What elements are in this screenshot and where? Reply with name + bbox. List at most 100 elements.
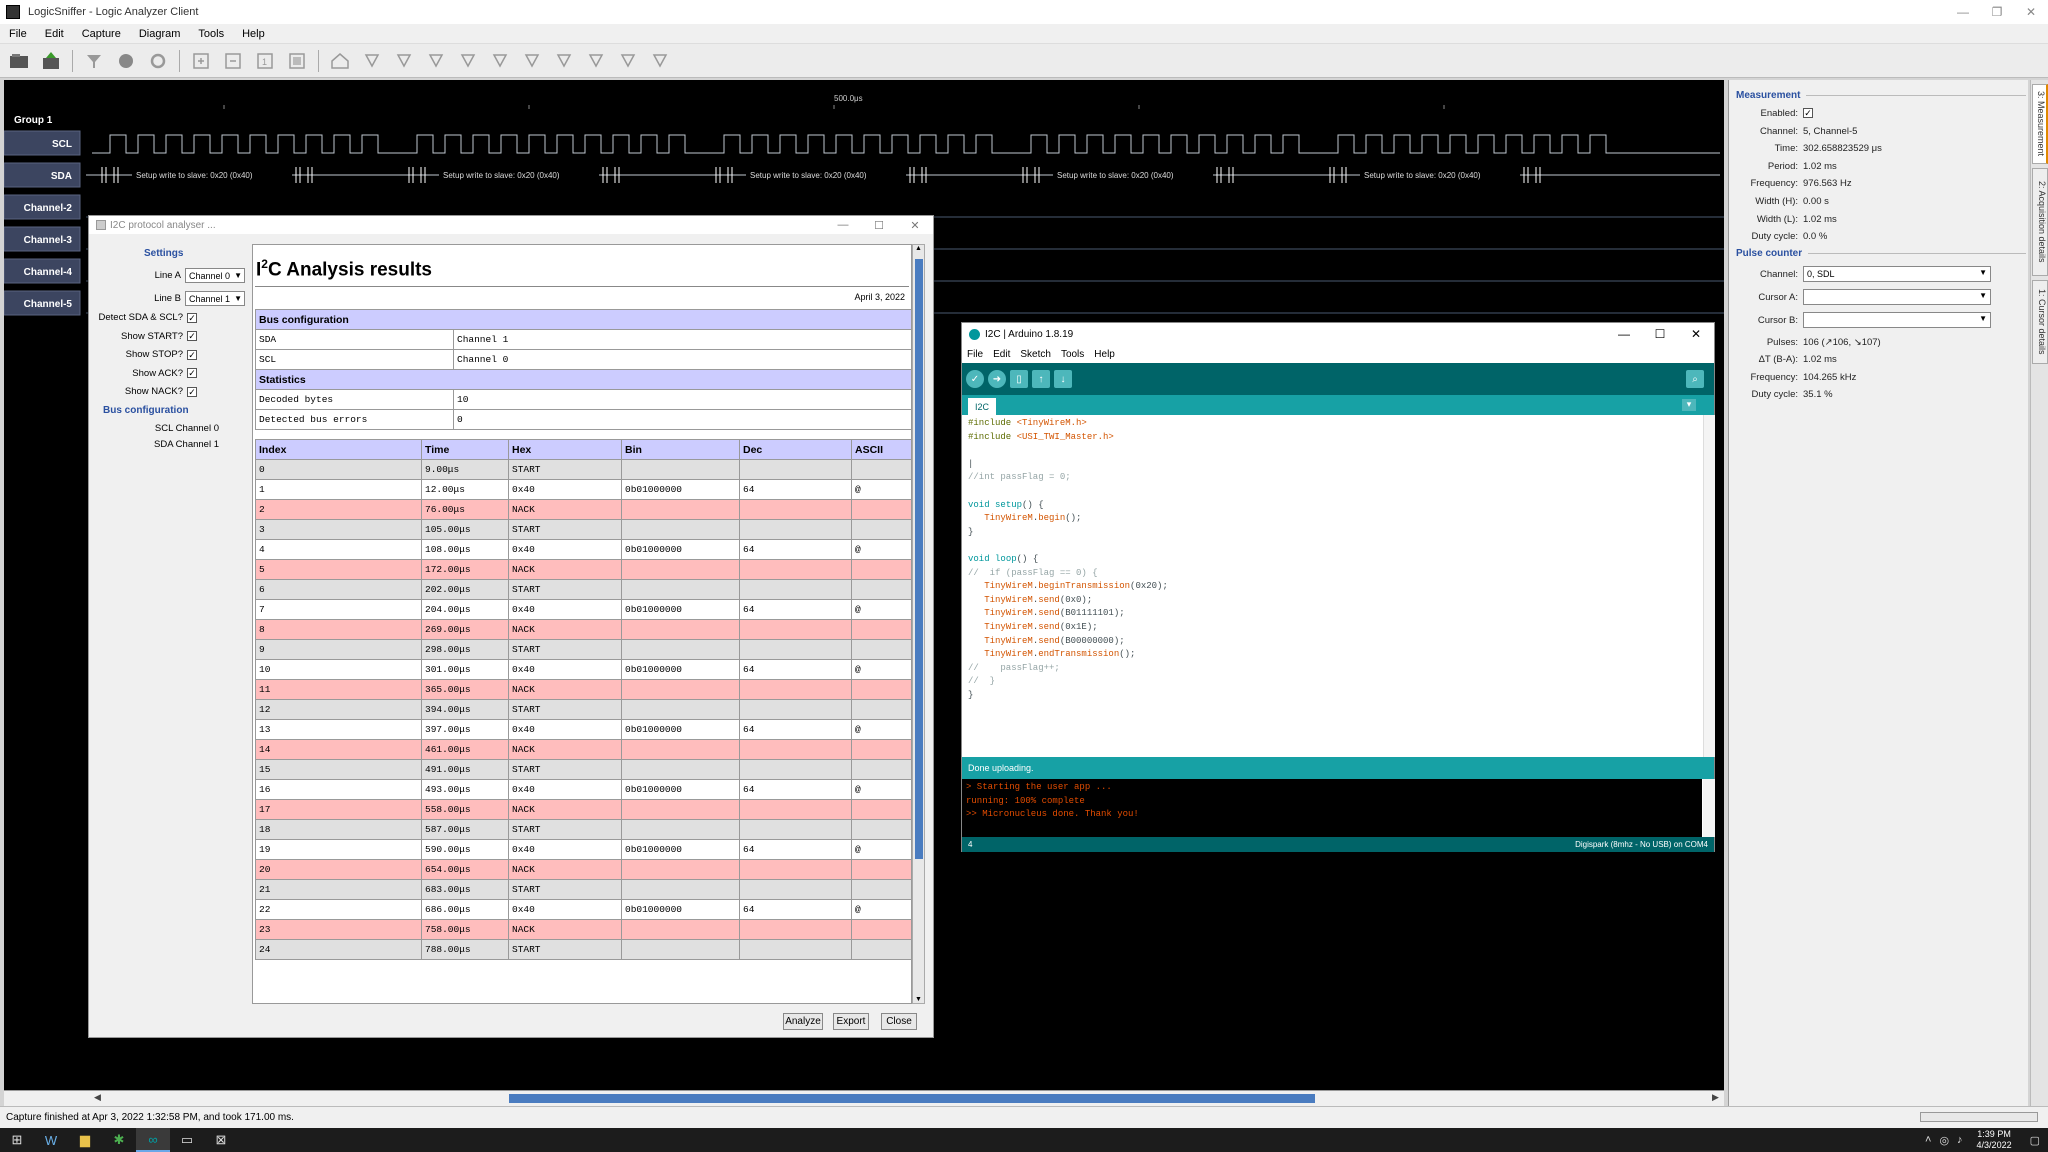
- zoom-all-icon[interactable]: [286, 50, 308, 72]
- dialog-maximize-button[interactable]: ☐: [861, 219, 897, 232]
- minimize-button[interactable]: —: [1946, 5, 1980, 19]
- setting-checkbox[interactable]: ✓: [187, 349, 197, 360]
- setting-checkbox[interactable]: ✓: [187, 386, 197, 397]
- setting-checkbox[interactable]: ✓: [187, 331, 197, 341]
- analyze-button[interactable]: Analyze: [783, 1013, 823, 1030]
- cursor-b-select[interactable]: ▼: [1803, 312, 1991, 328]
- menu-edit[interactable]: Edit: [36, 28, 73, 40]
- arduino-menu-edit[interactable]: Edit: [988, 349, 1015, 360]
- cursor-1-icon[interactable]: [361, 50, 383, 72]
- cursor-10-icon[interactable]: [649, 50, 671, 72]
- horizontal-scrollbar[interactable]: ◀ ▶: [4, 1090, 1724, 1106]
- table-row[interactable]: 11 365.00μs NACK: [255, 679, 911, 700]
- arduino-taskbar-icon[interactable]: ∞: [136, 1128, 170, 1152]
- save-file-icon[interactable]: [40, 50, 62, 72]
- file-explorer-icon[interactable]: ▆: [68, 1128, 102, 1152]
- tray-expand-icon[interactable]: ˄: [1925, 1134, 1931, 1146]
- results-scrollbar[interactable]: ▲ ▼: [912, 244, 925, 1004]
- menu-capture[interactable]: Capture: [73, 28, 130, 40]
- new-sketch-icon[interactable]: ▯: [1010, 370, 1028, 388]
- line-a-select[interactable]: Channel 0 ▼: [185, 268, 245, 283]
- table-row[interactable]: 5 172.00μs NACK: [255, 559, 911, 580]
- cursor-7-icon[interactable]: [553, 50, 575, 72]
- editor-scrollbar[interactable]: [1703, 415, 1715, 757]
- cursor-9-icon[interactable]: [617, 50, 639, 72]
- table-row[interactable]: 8 269.00μs NACK: [255, 619, 911, 640]
- table-row[interactable]: 9 298.00μs START: [255, 639, 911, 660]
- zoom-out-icon[interactable]: [222, 50, 244, 72]
- tab-cursor-details[interactable]: 1: Cursor details: [2032, 280, 2048, 364]
- arduino-menu-sketch[interactable]: Sketch: [1015, 349, 1056, 360]
- table-row[interactable]: 20 654.00μs NACK: [255, 859, 911, 880]
- table-row[interactable]: 23 758.00μs NACK: [255, 919, 911, 940]
- goto-trigger-icon[interactable]: [329, 50, 351, 72]
- cursor-6-icon[interactable]: [521, 50, 543, 72]
- table-row[interactable]: 7 204.00μs 0x40 0b01000000 64 @: [255, 599, 911, 620]
- table-row[interactable]: 15 491.00μs START: [255, 759, 911, 780]
- open-file-icon[interactable]: [8, 50, 30, 72]
- table-row[interactable]: 22 686.00μs 0x40 0b01000000 64 @: [255, 899, 911, 920]
- table-row[interactable]: 19 590.00μs 0x40 0b01000000 64 @: [255, 839, 911, 860]
- scroll-down-icon[interactable]: ▼: [915, 996, 922, 1003]
- channel-label-2[interactable]: Channel-2: [4, 194, 81, 220]
- tab-i2c[interactable]: I2C: [968, 398, 996, 415]
- zoom-original-icon[interactable]: 1: [254, 50, 276, 72]
- scrollbar-thumb[interactable]: [509, 1094, 1315, 1103]
- table-row[interactable]: 24 788.00μs START: [255, 939, 911, 960]
- capture-settings-icon[interactable]: [83, 50, 105, 72]
- cursor-2-icon[interactable]: [393, 50, 415, 72]
- results-pane[interactable]: I2C Analysis results April 3, 2022 Bus c…: [252, 244, 912, 1004]
- start-menu-icon[interactable]: ⊞: [0, 1128, 34, 1152]
- enabled-checkbox[interactable]: ✓: [1803, 108, 1813, 118]
- cursor-8-icon[interactable]: [585, 50, 607, 72]
- channel-label-3[interactable]: Channel-3: [4, 226, 81, 252]
- terminal-icon[interactable]: ▭: [170, 1128, 204, 1152]
- cursor-a-select[interactable]: ▼: [1803, 289, 1991, 305]
- table-row[interactable]: 17 558.00μs NACK: [255, 799, 911, 820]
- menu-help[interactable]: Help: [233, 28, 274, 40]
- tab-acquisition-details[interactable]: 2: Acquisition details: [2032, 168, 2048, 276]
- logic-app-icon[interactable]: ✱: [102, 1128, 136, 1152]
- setting-checkbox[interactable]: ✓: [187, 312, 197, 323]
- arduino-menu-file[interactable]: File: [962, 349, 988, 360]
- table-row[interactable]: 10 301.00μs 0x40 0b01000000 64 @: [255, 659, 911, 680]
- channel-label-4[interactable]: Channel-4: [4, 258, 81, 284]
- channel-label-sda[interactable]: SDA: [4, 162, 81, 188]
- export-button[interactable]: Export: [833, 1013, 869, 1030]
- table-row[interactable]: 3 105.00μs START: [255, 519, 911, 540]
- zoom-in-icon[interactable]: [190, 50, 212, 72]
- browser-icon[interactable]: W: [34, 1128, 68, 1152]
- close-button[interactable]: ✕: [2014, 5, 2048, 19]
- arduino-close-button[interactable]: ✕: [1678, 327, 1714, 341]
- arduino-menu-help[interactable]: Help: [1089, 349, 1120, 360]
- dialog-minimize-button[interactable]: —: [825, 219, 861, 232]
- console-output[interactable]: > Starting the user app ... running: 100%…: [962, 779, 1702, 837]
- menu-diagram[interactable]: Diagram: [130, 28, 190, 40]
- save-sketch-icon[interactable]: ↓: [1054, 370, 1072, 388]
- results-scroll-thumb[interactable]: [915, 259, 923, 859]
- open-sketch-icon[interactable]: ↑: [1032, 370, 1050, 388]
- scroll-up-icon[interactable]: ▲: [915, 245, 922, 252]
- arduino-minimize-button[interactable]: —: [1606, 327, 1642, 341]
- table-row[interactable]: 14 461.00μs NACK: [255, 739, 911, 760]
- cursor-4-icon[interactable]: [457, 50, 479, 72]
- repeat-capture-icon[interactable]: [147, 50, 169, 72]
- line-b-select[interactable]: Channel 1 ▼: [185, 291, 245, 306]
- cursor-3-icon[interactable]: [425, 50, 447, 72]
- table-row[interactable]: 2 76.00μs NACK: [255, 499, 911, 520]
- volume-icon[interactable]: ♪: [1957, 1134, 1963, 1146]
- maximize-button[interactable]: ❐: [1980, 5, 2014, 19]
- table-row[interactable]: 1 12.00μs 0x40 0b01000000 64 @: [255, 479, 911, 500]
- scroll-right-icon[interactable]: ▶: [1712, 1092, 1719, 1103]
- table-row[interactable]: 18 587.00μs START: [255, 819, 911, 840]
- dialog-close-button[interactable]: ✕: [897, 219, 933, 232]
- table-row[interactable]: 16 493.00μs 0x40 0b01000000 64 @: [255, 779, 911, 800]
- tab-measurement[interactable]: 3: Measurement: [2032, 84, 2048, 164]
- scroll-left-icon[interactable]: ◀: [94, 1092, 101, 1103]
- channel-label-scl[interactable]: SCL: [4, 130, 81, 156]
- console-scrollbar[interactable]: [1703, 779, 1715, 837]
- arduino-menu-tools[interactable]: Tools: [1056, 349, 1089, 360]
- tab-menu-icon[interactable]: ▾: [1682, 399, 1696, 411]
- serial-monitor-icon[interactable]: ⌕: [1686, 370, 1704, 388]
- verify-icon[interactable]: ✓: [966, 370, 984, 388]
